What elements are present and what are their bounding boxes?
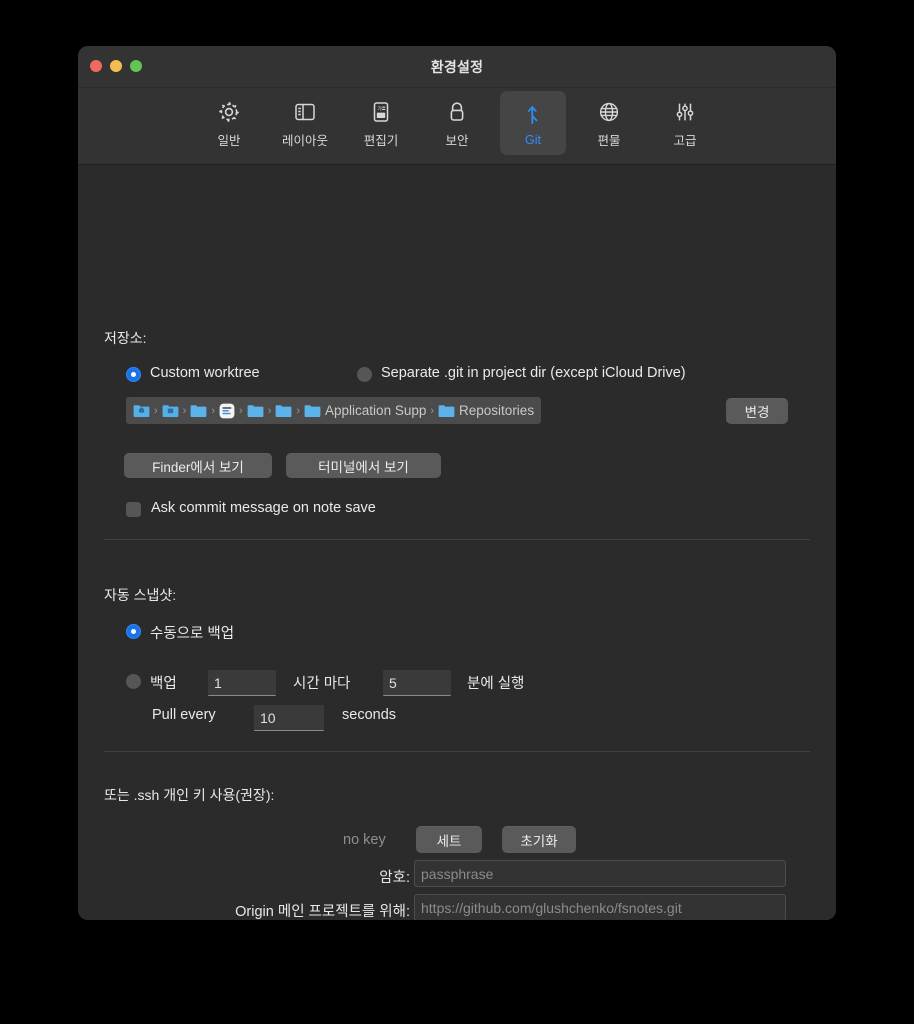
folder-icon [247, 404, 264, 418]
path-segment[interactable] [133, 404, 150, 418]
path-chevron-icon: › [154, 404, 158, 417]
radio-auto-backup[interactable] [126, 674, 141, 689]
ssh-reset-button[interactable]: 초기화 [502, 826, 576, 853]
ssh-set-button[interactable]: 세트 [416, 826, 482, 853]
tab-advanced-label: 고급 [673, 134, 697, 148]
radio-auto-backup-label: 백업 [150, 676, 177, 692]
path-chevron-icon: › [182, 404, 187, 417]
tab-security[interactable]: 보안 [424, 91, 490, 155]
tab-git[interactable]: Git [500, 91, 566, 155]
path-chevron-icon: › [430, 404, 435, 417]
folder-library-icon [162, 404, 179, 418]
path-chevron-icon: › [296, 404, 301, 417]
tab-web-label: 편물 [597, 134, 621, 148]
radio-manual-backup[interactable] [126, 624, 141, 639]
show-in-finder-button[interactable]: Finder에서 보기 [124, 453, 272, 478]
tab-layout-label: 레이아웃 [281, 134, 328, 148]
folder-icon [304, 404, 321, 418]
change-path-button[interactable]: 변경 [726, 398, 788, 424]
folder-icon [190, 404, 207, 418]
ssh-key-status: no key [343, 832, 386, 848]
lock-icon [444, 97, 470, 127]
sliders-icon [672, 97, 698, 127]
window-title: 환경설정 [430, 59, 484, 75]
ask-commit-message-checkbox[interactable] [126, 502, 141, 517]
folder-icon [438, 404, 455, 418]
globe-icon [596, 97, 622, 127]
radio-custom-worktree[interactable] [126, 367, 141, 382]
pull-every-label: Pull every [152, 707, 216, 723]
passphrase-label: 암호: [379, 870, 410, 886]
gear-icon [216, 97, 242, 127]
tab-layout[interactable]: 레이아웃 [272, 91, 338, 155]
tab-general[interactable]: 일반 [196, 91, 262, 155]
radio-separate-git-label: Separate .git in project dir (except iCl… [381, 365, 686, 381]
path-segment[interactable] [190, 404, 207, 418]
radio-manual-backup-label: 수동으로 백업 [150, 626, 235, 642]
path-segment-label: Application Supp [325, 403, 427, 418]
backup-between-label: 시간 마다 [293, 676, 351, 692]
app-document-icon [219, 403, 235, 419]
preferences-window: 환경설정 일반 레이아웃 가 편집기 보안 Git 편물 고급 저장소: Cus… [78, 46, 836, 920]
radio-separate-git[interactable] [357, 367, 372, 382]
backup-hours-input[interactable] [208, 670, 276, 696]
pull-seconds-input[interactable] [254, 705, 324, 731]
tab-editor-label: 편집기 [363, 134, 399, 148]
backup-run-label: 분에 실행 [467, 676, 525, 692]
svg-text:가: 가 [377, 105, 382, 113]
divider-1 [104, 539, 810, 540]
tab-web[interactable]: 편물 [576, 91, 642, 155]
title-bar: 환경설정 [78, 46, 836, 88]
repository-section-label: 저장소: [104, 330, 147, 346]
tab-git-label: Git [525, 132, 541, 147]
path-chevron-icon: › [239, 404, 243, 417]
path-chevron-icon: › [211, 404, 216, 417]
path-segment-application-support[interactable]: Application Supp [304, 403, 426, 418]
show-in-terminal-button[interactable]: 터미널에서 보기 [286, 453, 441, 478]
snapshot-section-label: 자동 스냅샷: [104, 587, 177, 603]
seconds-label: seconds [342, 707, 397, 723]
ask-commit-message-label: Ask commit message on note save [151, 500, 376, 516]
tab-editor[interactable]: 가 편집기 [348, 91, 414, 155]
passphrase-input[interactable] [414, 860, 786, 887]
editor-icon: 가 [368, 97, 394, 127]
path-segment[interactable] [247, 404, 264, 418]
path-segment-repositories[interactable]: Repositories [438, 403, 534, 418]
tab-advanced[interactable]: 고급 [652, 91, 718, 155]
origin-label: Origin 메인 프로젝트를 위해: [235, 904, 410, 920]
git-settings-pane: 저장소: Custom worktree Separate .git in pr… [78, 165, 836, 920]
folder-home-icon [133, 404, 150, 418]
preferences-toolbar: 일반 레이아웃 가 편집기 보안 Git 편물 고급 [78, 88, 836, 165]
path-segment[interactable] [275, 404, 292, 418]
backup-minutes-input[interactable] [383, 670, 451, 696]
path-chevron-icon: › [267, 404, 272, 417]
tab-general-label: 일반 [217, 134, 241, 148]
layout-icon [292, 97, 318, 127]
git-branch-icon [520, 100, 546, 130]
divider-2 [104, 751, 810, 752]
tab-security-label: 보안 [445, 134, 469, 148]
ssh-section-label: 또는 .ssh 개인 키 사용(권장): [104, 787, 275, 803]
repository-path-bar[interactable]: › › › › › › Application Supp › Repositor… [126, 397, 542, 424]
radio-custom-worktree-label: Custom worktree [150, 365, 260, 381]
path-segment[interactable] [219, 403, 235, 419]
path-segment-label: Repositories [459, 403, 535, 418]
folder-icon [275, 404, 292, 418]
origin-url-input[interactable] [414, 894, 786, 920]
path-segment[interactable] [162, 404, 179, 418]
